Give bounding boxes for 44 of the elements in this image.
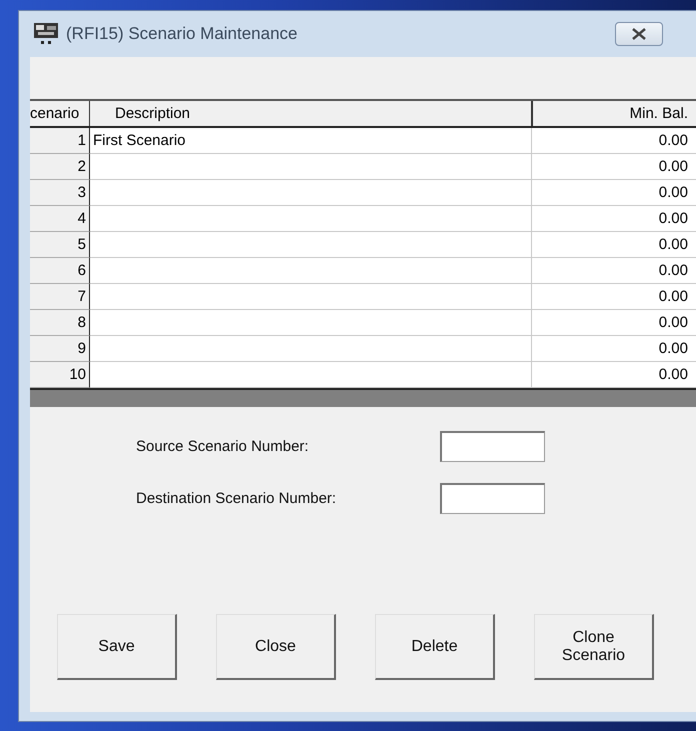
table-cell[interactable] — [90, 258, 532, 284]
row-number-cell: 5 — [30, 232, 90, 258]
dialog-button[interactable]: Save — [57, 614, 177, 680]
row-number-cell: 10 — [30, 362, 90, 388]
row-number-cell: 9 — [30, 336, 90, 362]
table-cell[interactable]: 0.00 — [532, 180, 696, 206]
input-field[interactable] — [440, 431, 545, 462]
table-cell[interactable]: 0.00 — [532, 206, 696, 232]
table-cell[interactable]: First Scenario — [90, 128, 532, 154]
description-text: First Scenario — [93, 132, 186, 149]
field-label: Destination Scenario Number: — [136, 490, 338, 507]
table-cell[interactable]: 0.00 — [532, 336, 696, 362]
table-cell[interactable]: 0.00 — [532, 232, 696, 258]
table-cell[interactable]: 0.00 — [532, 362, 696, 388]
close-button[interactable] — [615, 22, 663, 46]
row-number-cell: 4 — [30, 206, 90, 232]
row-number-cell: 3 — [30, 180, 90, 206]
table-cell[interactable]: 0.00 — [532, 284, 696, 310]
row-number-cell: 8 — [30, 310, 90, 336]
table-cell[interactable]: 0.00 — [532, 258, 696, 284]
table-cell[interactable]: 0.00 — [532, 310, 696, 336]
field-label: Source Scenario Number: — [136, 438, 310, 455]
window-title: (RFI15) Scenario Maintenance — [66, 24, 298, 44]
table-cell[interactable]: 0.00 — [532, 154, 696, 180]
dialog-button[interactable]: Delete — [375, 614, 495, 680]
row-number-cell: 2 — [30, 154, 90, 180]
column-header[interactable]: cenario — [30, 101, 90, 126]
table-cell[interactable] — [90, 336, 532, 362]
table-cell[interactable] — [90, 310, 532, 336]
table-cell[interactable] — [90, 180, 532, 206]
app-icon — [34, 23, 58, 45]
row-number-cell: 7 — [30, 284, 90, 310]
dialog-button[interactable]: Close — [216, 614, 336, 680]
table-cell[interactable] — [90, 206, 532, 232]
input-field[interactable] — [440, 483, 545, 514]
row-number-cell: 6 — [30, 258, 90, 284]
table-cell[interactable] — [90, 232, 532, 258]
row-number-cell: 1 — [30, 128, 90, 154]
dialog-button[interactable]: Clone Scenario — [534, 614, 654, 680]
table-cell[interactable] — [90, 362, 532, 388]
table-cell[interactable]: 0.00 — [532, 128, 696, 154]
close-icon — [631, 28, 647, 40]
table-cell[interactable] — [90, 154, 532, 180]
table-cell[interactable] — [90, 284, 532, 310]
